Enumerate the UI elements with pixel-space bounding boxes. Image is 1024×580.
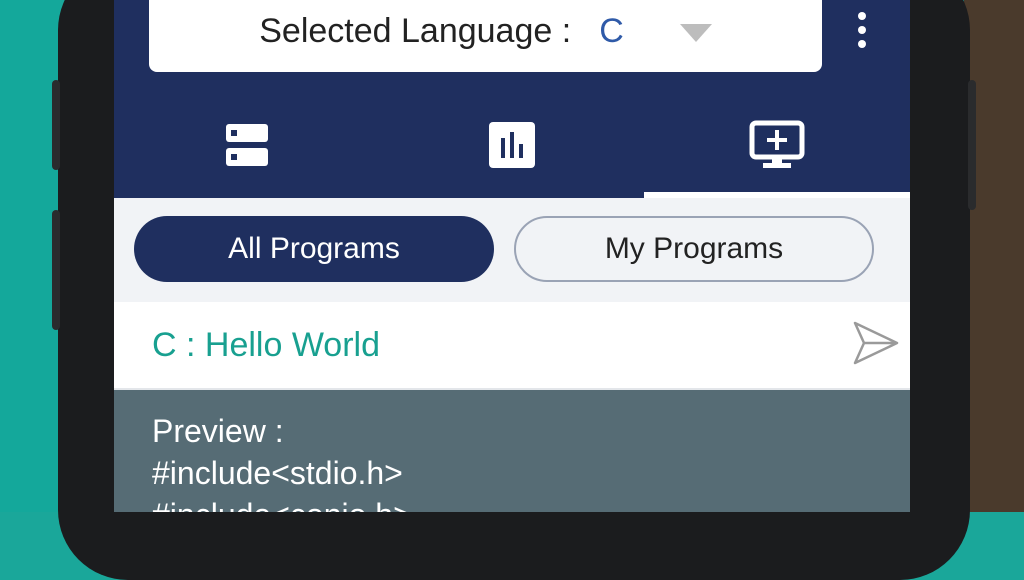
send-icon[interactable] — [852, 320, 900, 366]
background-left — [0, 0, 60, 512]
bar-chart-icon — [488, 122, 535, 168]
program-list-item[interactable]: C : Hello World — [114, 302, 910, 390]
tab-add-screen[interactable] — [645, 110, 910, 198]
preview-code-line: #include<conio.h> — [152, 494, 872, 512]
app-header: Selected Language : C — [114, 0, 910, 198]
filter-row: All Programs My Programs — [114, 198, 910, 302]
tab-bar — [114, 110, 910, 198]
background-right — [964, 0, 1024, 512]
add-screen-icon — [749, 120, 805, 168]
all-programs-button[interactable]: All Programs — [134, 216, 494, 282]
tab-stats[interactable] — [379, 110, 644, 198]
preview-label: Preview : — [152, 413, 284, 449]
language-label: Selected Language : — [259, 11, 572, 50]
list-icon — [225, 124, 268, 166]
program-title: C : Hello World — [152, 326, 380, 364]
more-options-icon[interactable] — [852, 12, 872, 52]
code-preview: Preview : #include<stdio.h> #include<con… — [114, 390, 910, 512]
phone-side-button — [968, 80, 976, 210]
language-selector[interactable]: Selected Language : C — [149, 0, 822, 72]
language-value: C — [599, 11, 624, 50]
phone-side-button — [52, 80, 60, 170]
app-screen: Selected Language : C All Programs My Pr… — [114, 0, 910, 512]
phone-side-button — [52, 210, 60, 330]
dropdown-triangle-icon — [679, 24, 712, 42]
tab-list[interactable] — [114, 110, 379, 198]
my-programs-button[interactable]: My Programs — [514, 216, 874, 282]
preview-code-line: #include<stdio.h> — [152, 455, 403, 491]
